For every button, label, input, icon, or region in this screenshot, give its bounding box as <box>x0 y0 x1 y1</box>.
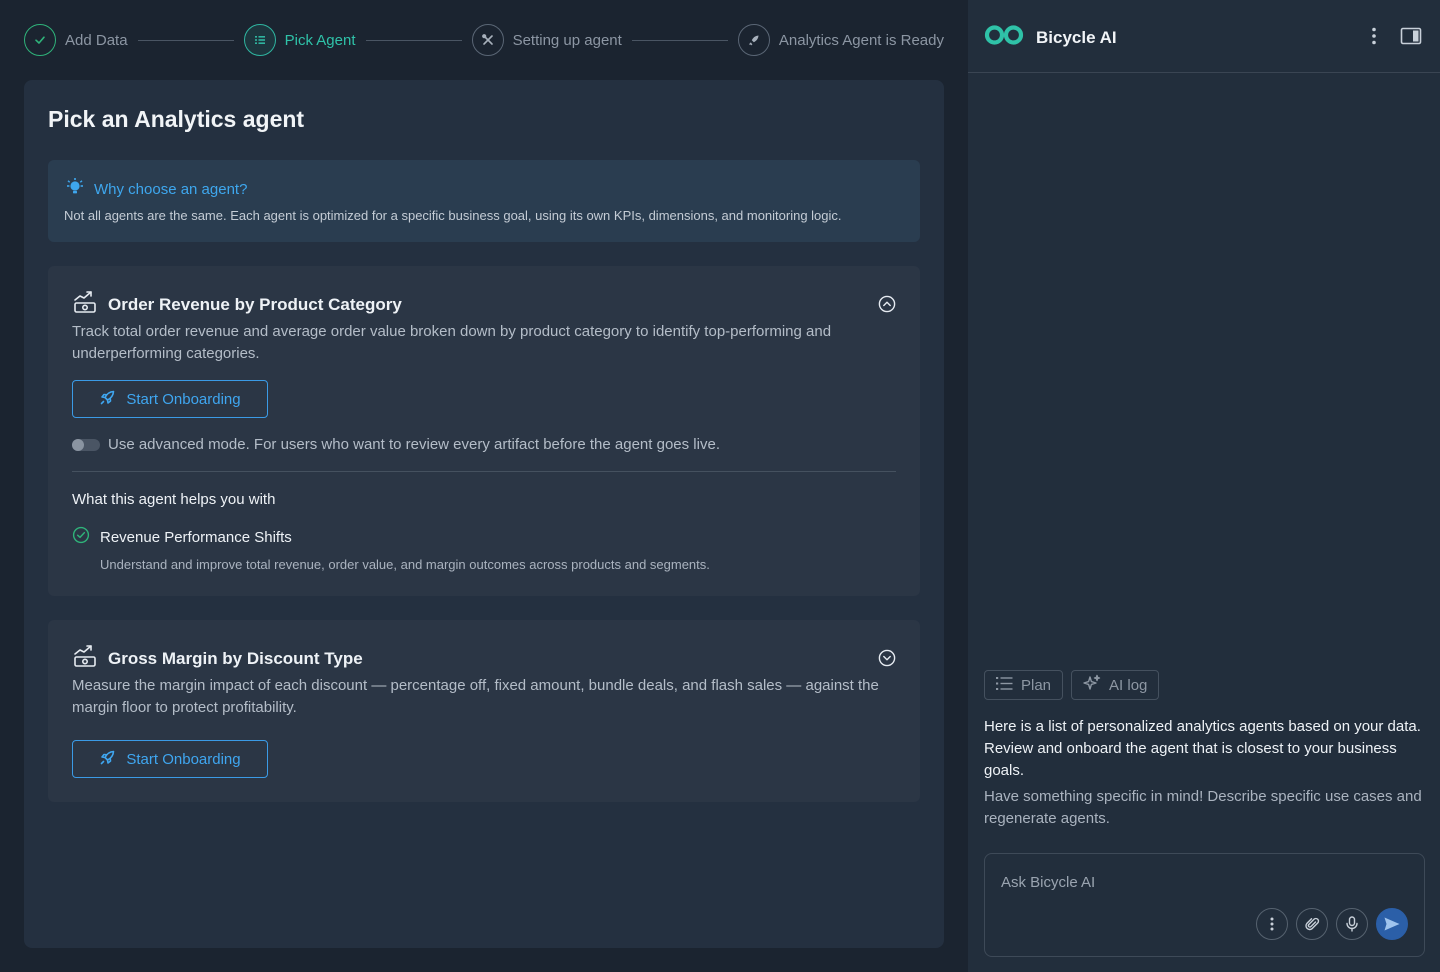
feature-header: Revenue Performance Shifts <box>72 526 710 549</box>
kebab-icon <box>1270 917 1274 931</box>
step-label: Setting up agent <box>512 31 622 49</box>
tools-icon <box>471 24 504 56</box>
revenue-chart-icon <box>72 644 98 673</box>
main-area: Add Data Pick Agent Setting up agent Ana… <box>0 0 968 972</box>
chat-actions <box>1256 908 1408 940</box>
ai-log-chip-label: AI log <box>1109 676 1148 694</box>
helps-section-title: What this agent helps you with <box>72 491 276 508</box>
list-icon <box>243 24 276 56</box>
chevron-up-circle-icon <box>878 295 896 313</box>
pick-agent-panel: Pick an Analytics agent Why choose an ag… <box>24 80 944 948</box>
step-setting-up-agent[interactable]: Setting up agent <box>471 24 622 56</box>
start-onboarding-button[interactable]: Start Onboarding <box>72 380 268 418</box>
send-button[interactable] <box>1376 908 1408 940</box>
page-title: Pick an Analytics agent <box>48 106 305 132</box>
agent-card-title: Order Revenue by Product Category <box>108 294 402 314</box>
agent-card-description: Track total order revenue and average or… <box>72 323 832 362</box>
lightbulb-icon <box>64 178 86 201</box>
assistant-sub-message: Have something specific in mind! Describ… <box>984 788 1422 827</box>
assistant-panel: Bicycle AI Plan AI log Here is a list of… <box>968 0 1440 972</box>
assistant-chips: Plan AI log <box>984 670 1160 700</box>
advanced-mode-toggle[interactable] <box>72 438 100 451</box>
check-circle-icon <box>72 526 90 549</box>
chat-input[interactable] <box>1001 870 1401 894</box>
voice-input-button[interactable] <box>1336 908 1368 940</box>
attach-button[interactable] <box>1296 908 1328 940</box>
sparkle-icon <box>1083 674 1101 696</box>
step-label: Pick Agent <box>284 31 356 49</box>
step-pick-agent[interactable]: Pick Agent <box>243 24 356 56</box>
advanced-mode-row: Use advanced mode. For users who want to… <box>72 436 720 453</box>
assistant-name: Bicycle AI <box>1036 27 1117 47</box>
feature-item: Revenue Performance Shifts Understand an… <box>72 526 710 572</box>
agent-card-description: Measure the margin impact of each discou… <box>72 677 879 716</box>
send-icon <box>1384 917 1400 931</box>
info-title: Why choose an agent? <box>94 181 248 198</box>
plan-chip[interactable]: Plan <box>984 670 1064 700</box>
step-add-data[interactable]: Add Data <box>24 24 128 56</box>
panel-toggle-icon[interactable] <box>1400 26 1422 46</box>
assistant-header: Bicycle AI <box>968 0 1440 73</box>
start-onboarding-label: Start Onboarding <box>126 750 241 768</box>
onboarding-stepper: Add Data Pick Agent Setting up agent Ana… <box>24 24 944 56</box>
info-text: Not all agents are the same. Each agent … <box>64 208 842 223</box>
step-connector <box>137 39 234 41</box>
divider <box>72 471 896 472</box>
plan-chip-label: Plan <box>1021 676 1052 694</box>
assistant-message: Here is a list of personalized analytics… <box>984 718 1421 779</box>
microphone-icon <box>1346 916 1358 932</box>
step-label: Analytics Agent is Ready <box>778 31 944 49</box>
agent-card-header: Order Revenue by Product Category <box>72 290 402 319</box>
chat-composer <box>984 853 1425 957</box>
bicycle-logo-icon <box>984 24 1024 51</box>
expand-toggle[interactable] <box>878 649 896 667</box>
list-icon <box>996 676 1013 695</box>
ai-log-chip[interactable]: AI log <box>1071 670 1160 700</box>
step-connector <box>631 39 728 41</box>
rocket-icon <box>99 749 116 770</box>
check-icon <box>24 24 56 56</box>
step-label: Add Data <box>65 31 128 49</box>
assistant-brand: Bicycle AI <box>984 24 1117 51</box>
step-agent-ready[interactable]: Analytics Agent is Ready <box>737 24 944 56</box>
feature-title: Revenue Performance Shifts <box>100 529 292 546</box>
more-actions-button[interactable] <box>1256 908 1288 940</box>
rocket-icon <box>99 389 116 410</box>
advanced-mode-label: Use advanced mode. For users who want to… <box>108 436 720 453</box>
rocket-icon <box>737 24 770 56</box>
info-callout: Why choose an agent? Not all agents are … <box>48 160 920 242</box>
agent-card-header: Gross Margin by Discount Type <box>72 644 363 673</box>
step-connector <box>365 39 462 41</box>
feature-text: Understand and improve total revenue, or… <box>100 557 710 572</box>
agent-card-title: Gross Margin by Discount Type <box>108 648 363 668</box>
start-onboarding-label: Start Onboarding <box>126 390 241 408</box>
agent-card: Gross Margin by Discount Type Measure th… <box>48 620 920 802</box>
start-onboarding-button[interactable]: Start Onboarding <box>72 740 268 778</box>
paperclip-icon <box>1305 917 1320 931</box>
agent-card: Order Revenue by Product Category Track … <box>48 266 920 596</box>
revenue-chart-icon <box>72 290 98 319</box>
info-header: Why choose an agent? <box>64 178 247 201</box>
collapse-toggle[interactable] <box>878 295 896 313</box>
chevron-down-circle-icon <box>878 649 896 667</box>
more-options-icon[interactable] <box>1366 26 1382 46</box>
